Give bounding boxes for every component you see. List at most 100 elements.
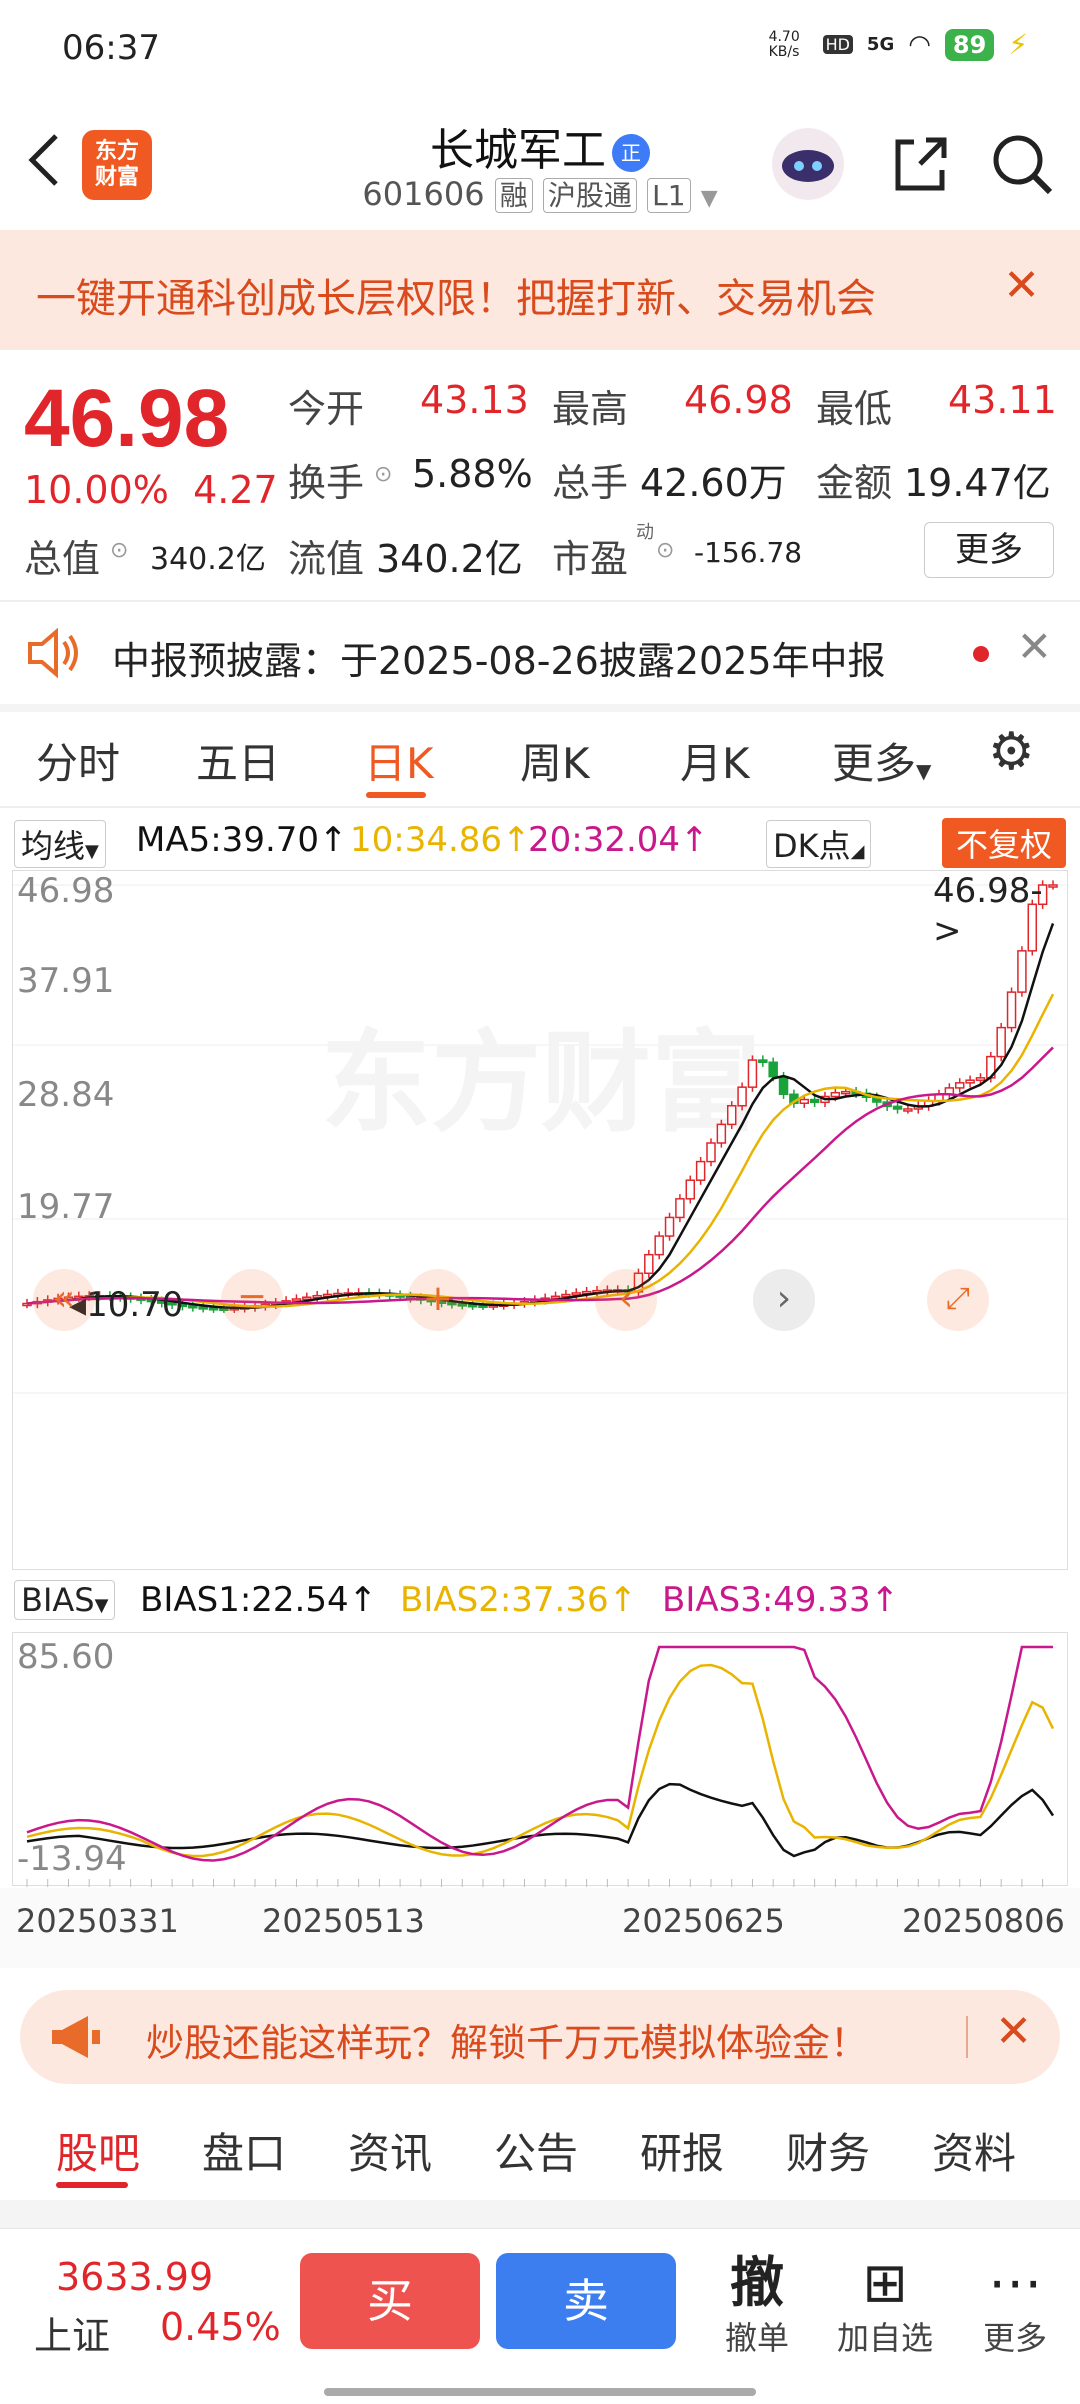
charging-icon: ⚡ bbox=[1008, 28, 1028, 61]
bias3-value: BIAS3:49.33↑ bbox=[662, 1580, 900, 1620]
status-icons: 4.70 KB/s HD 5G ◠ 89 ⚡ bbox=[769, 28, 1028, 61]
bias-chart[interactable]: 85.60 -13.94 bbox=[12, 1632, 1068, 1887]
status-bar: 06:37 4.70 KB/s HD 5G ◠ 89 ⚡ bbox=[0, 0, 1080, 100]
net-speed: 4.70 KB/s bbox=[768, 28, 800, 60]
pe-sup: 动 bbox=[636, 522, 654, 543]
sell-button[interactable]: 卖 bbox=[496, 2253, 676, 2349]
battery-indicator: 89 bbox=[944, 28, 995, 61]
candle-body bbox=[799, 1098, 810, 1104]
candle-body bbox=[706, 1142, 716, 1163]
candle-body bbox=[840, 1090, 851, 1095]
ma-row: 均线▼ MA5:39.70↑ 10:34.86↑ 20:32.04↑ DK点◢ … bbox=[0, 812, 1080, 868]
candle-body bbox=[892, 1105, 903, 1110]
watermark: 东方财富 bbox=[321, 1019, 761, 1147]
add-watchlist-button[interactable]: ⊞ 加自选 bbox=[830, 2253, 940, 2359]
indicator-selector[interactable]: BIAS▼ bbox=[14, 1580, 116, 1620]
bias3-line bbox=[26, 1645, 1053, 1862]
date-axis: 20250331 20250513 20250625 20250806 bbox=[0, 1888, 1080, 1968]
simulation-promo[interactable]: 炒股还能这样玩？解锁千万元模拟体验金！ ✕ bbox=[20, 1990, 1060, 2084]
candle-body bbox=[716, 1123, 727, 1144]
candle-body bbox=[954, 1082, 965, 1089]
notice-bar[interactable]: 中报预披露：于2025-08-26披露2025年中报 ✕ bbox=[0, 600, 1080, 704]
scroll-start-icon[interactable]: « bbox=[33, 1269, 95, 1331]
notice-close-icon[interactable]: ✕ bbox=[1017, 622, 1052, 671]
tab-profile[interactable]: 资料 bbox=[932, 2120, 1016, 2181]
bias-top-label: 85.60 bbox=[17, 1637, 115, 1677]
change-row: 10.00% 4.27 bbox=[24, 468, 278, 512]
index-name[interactable]: 上证 bbox=[34, 2305, 110, 2360]
open-label: 今开 bbox=[288, 387, 365, 431]
speaker-icon bbox=[28, 628, 78, 678]
status-time: 06:37 bbox=[62, 28, 160, 68]
tab-weekly-k[interactable]: 周K bbox=[520, 730, 590, 791]
candle-body bbox=[1006, 991, 1017, 1029]
tab-finance[interactable]: 财务 bbox=[786, 2120, 870, 2181]
change-value: 4.27 bbox=[193, 468, 278, 512]
info-icon[interactable]: ⊙ bbox=[656, 538, 674, 563]
zheng-badge: 正 bbox=[612, 134, 650, 172]
connect-tag: 沪股通 bbox=[542, 178, 637, 213]
tab-research[interactable]: 研报 bbox=[640, 2120, 724, 2181]
ai-assistant-icon[interactable] bbox=[768, 124, 848, 204]
tab-guba[interactable]: 股吧 bbox=[56, 2120, 140, 2181]
tab-more[interactable]: 更多▼ bbox=[832, 730, 931, 791]
stock-header: 东方 财富 长城军工正 601606 融 沪股通 L1 ▼ bbox=[0, 100, 1080, 230]
gear-icon[interactable]: ⚙ bbox=[988, 722, 1035, 782]
level-tag: L1 bbox=[647, 178, 691, 213]
share-icon[interactable] bbox=[880, 124, 960, 204]
y-label-3: 28.84 bbox=[17, 1075, 115, 1115]
more-actions-button[interactable]: ⋯ 更多 bbox=[960, 2253, 1070, 2359]
adjust-type-button[interactable]: 不复权 bbox=[941, 818, 1066, 868]
index-value[interactable]: 3633.99 bbox=[56, 2255, 213, 2299]
search-icon[interactable] bbox=[982, 124, 1062, 204]
divider bbox=[966, 2016, 968, 2058]
megaphone-icon bbox=[52, 2016, 100, 2058]
date-label: 20250513 bbox=[262, 1902, 425, 1940]
tab-five-day[interactable]: 五日 bbox=[196, 730, 280, 791]
scroll-left-icon[interactable]: ‹ bbox=[595, 1269, 657, 1331]
candle-body bbox=[208, 1307, 219, 1311]
star-market-banner[interactable]: 一键开通科创成长层权限！把握打新、交易机会 ✕ bbox=[0, 230, 1080, 350]
candle-body bbox=[654, 1235, 664, 1256]
float-label: 流值 bbox=[288, 537, 365, 581]
active-tab-indicator bbox=[366, 792, 426, 798]
bias1-value: BIAS1:22.54↑ bbox=[140, 1580, 378, 1620]
pe-label: 市盈 bbox=[552, 537, 629, 581]
candle-body bbox=[302, 1296, 312, 1300]
tab-news[interactable]: 资讯 bbox=[348, 2120, 432, 2181]
zoom-in-icon[interactable]: + bbox=[407, 1269, 469, 1331]
content-tabs: 股吧 盘口 资讯 公告 研报 财务 资料 bbox=[0, 2100, 1080, 2192]
more-quote-button[interactable]: 更多 bbox=[924, 522, 1054, 578]
fullscreen-icon[interactable]: ⤢ bbox=[927, 1269, 989, 1331]
candle-body bbox=[467, 1304, 478, 1308]
quote-panel: 46.98 10.00% 4.27 今开 43.13 最高 46.98 最低 4… bbox=[0, 350, 1080, 600]
promo-close-icon[interactable]: ✕ bbox=[995, 2006, 1032, 2057]
y-label-top: 46.98 bbox=[17, 871, 115, 911]
tab-daily-k[interactable]: 日K bbox=[364, 730, 434, 791]
dk-point-selector[interactable]: DK点◢ bbox=[766, 820, 872, 868]
candle-body bbox=[561, 1293, 571, 1298]
pe-value: -156.78 bbox=[694, 536, 803, 569]
candle-body bbox=[996, 1026, 1006, 1058]
tab-pankou[interactable]: 盘口 bbox=[202, 2120, 286, 2181]
high-value: 46.98 bbox=[684, 378, 793, 422]
cancel-order-button[interactable]: 撤撤单 bbox=[702, 2253, 812, 2359]
bias2-value: BIAS2:37.36↑ bbox=[400, 1580, 638, 1620]
info-icon[interactable]: ⊙ bbox=[110, 538, 128, 563]
candle-body bbox=[550, 1295, 561, 1300]
tab-monthly-k[interactable]: 月K bbox=[680, 730, 750, 791]
mcap-value: 340.2亿 bbox=[150, 542, 266, 577]
info-icon[interactable]: ⊙ bbox=[374, 462, 392, 487]
change-pct: 10.00% bbox=[24, 468, 169, 512]
ma-selector[interactable]: 均线▼ bbox=[14, 820, 106, 868]
tab-intraday[interactable]: 分时 bbox=[36, 730, 120, 791]
candle-body bbox=[695, 1160, 706, 1181]
scroll-right-icon[interactable]: › bbox=[753, 1269, 815, 1331]
buy-button[interactable]: 买 bbox=[300, 2253, 480, 2349]
zoom-out-icon[interactable]: − bbox=[221, 1269, 283, 1331]
banner-close-icon[interactable]: ✕ bbox=[1003, 260, 1040, 311]
tab-announcements[interactable]: 公告 bbox=[494, 2120, 578, 2181]
kline-chart[interactable]: 东方财富 46.98 37.91 28.84 19.77 46.98-> ◂10… bbox=[12, 870, 1069, 1570]
wifi-icon: ◠ bbox=[908, 29, 931, 60]
banner-text: 一键开通科创成长层权限！把握打新、交易机会 bbox=[36, 276, 876, 322]
